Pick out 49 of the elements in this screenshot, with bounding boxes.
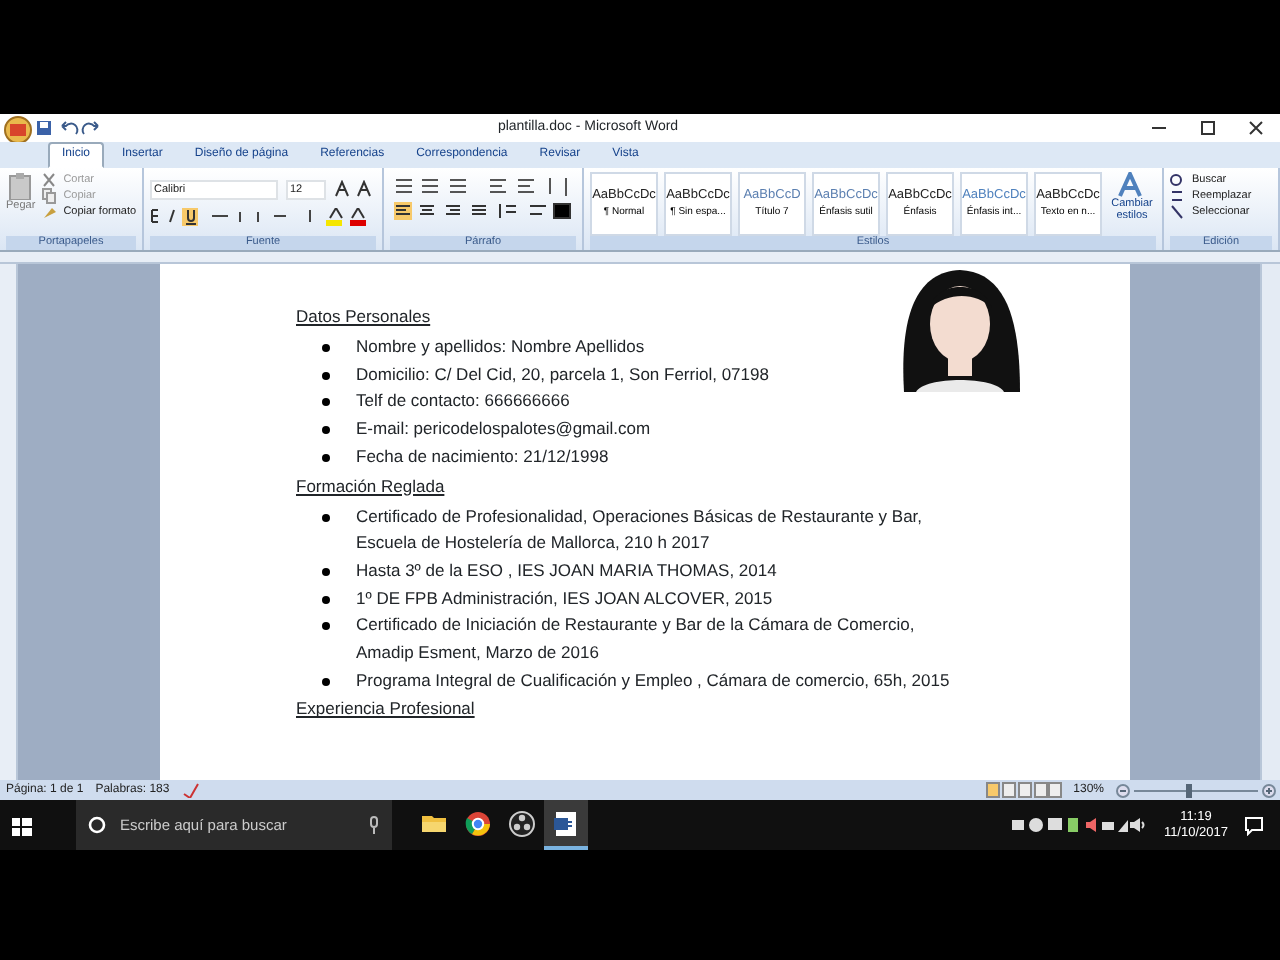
section-heading: Experiencia Profesional	[296, 696, 477, 723]
replace-icon	[1170, 188, 1184, 204]
list-item-text: 1º DE FPB Administración, IES JOAN ALCOVER, 2015	[356, 585, 775, 612]
bullet	[322, 622, 330, 631]
zoom-out-icon[interactable]	[1116, 783, 1130, 797]
list-item-text: Fecha de nacimiento: 21/12/1998	[356, 443, 611, 470]
system-tray-icons[interactable]	[1011, 816, 1128, 834]
browser-icon	[464, 809, 492, 837]
vertical-scrollbar[interactable]	[1260, 264, 1280, 780]
bullet	[322, 677, 330, 686]
cortana-icon	[88, 816, 106, 834]
list-item-text: Certificado de Iniciación de Restaurante y Bar de la Cámara de Comercio, Amadip Esment, Marzo de 2016	[356, 612, 917, 667]
bullet	[322, 567, 330, 576]
brush-icon	[41, 204, 56, 220]
section-heading: Formación Reglada	[296, 473, 447, 500]
view-buttons[interactable]	[985, 782, 1062, 798]
list-item-text: E-mail: pericodelospalotes@gmail.com	[356, 416, 653, 443]
slider-thumb[interactable]	[1186, 783, 1193, 797]
list-item-text: Nombre y apellidos: Nombre Apellidos	[356, 334, 647, 360]
save-icon[interactable]	[36, 120, 52, 136]
bullet	[322, 595, 330, 604]
section-heading: Datos Personales	[296, 304, 433, 330]
redo-icon[interactable]	[80, 120, 100, 136]
text-format-icons[interactable]	[150, 208, 370, 226]
bullet	[322, 371, 330, 380]
undo-icon[interactable]	[60, 120, 80, 136]
bullet	[322, 344, 330, 352]
font-styles-icon	[1118, 172, 1146, 198]
spelling-icon[interactable]	[181, 782, 200, 798]
notifications-icon[interactable]	[1244, 815, 1264, 835]
volume-icon[interactable]	[1127, 816, 1148, 834]
scissors-icon	[41, 172, 56, 188]
taskbar-app[interactable]	[544, 800, 588, 850]
list-item-text: Certificado de Profesionalidad, Operaciones Básicas de Restaurante y Bar, Escuela de Hostelería de Mallorca, 210 h 2017	[356, 503, 925, 557]
bullet	[322, 513, 330, 522]
microphone-icon	[368, 816, 380, 834]
windows-start-icon[interactable]	[12, 815, 32, 835]
bullet	[322, 426, 330, 435]
recorder-icon	[508, 809, 536, 837]
bullet	[322, 453, 330, 462]
bullet	[322, 398, 330, 407]
copy-icon	[41, 188, 56, 204]
list-item-text: Hasta 3º de la ESO , IES JOAN MARIA THOMAS, 2014	[356, 557, 779, 584]
list-item-text: Programa Integral de Cualificación y Empleo , Cámara de comercio, 65h, 2015	[356, 667, 952, 694]
list-item-text: Telf de contacto: 666666666	[356, 388, 572, 415]
list-item-text: Domicilio: C/ Del Cid, 20, parcela 1, Son Ferriol, 07198	[356, 361, 771, 388]
zoom-in-icon[interactable]	[1262, 783, 1276, 797]
document-app-icon	[552, 809, 580, 837]
clipboard-icon	[8, 172, 33, 200]
